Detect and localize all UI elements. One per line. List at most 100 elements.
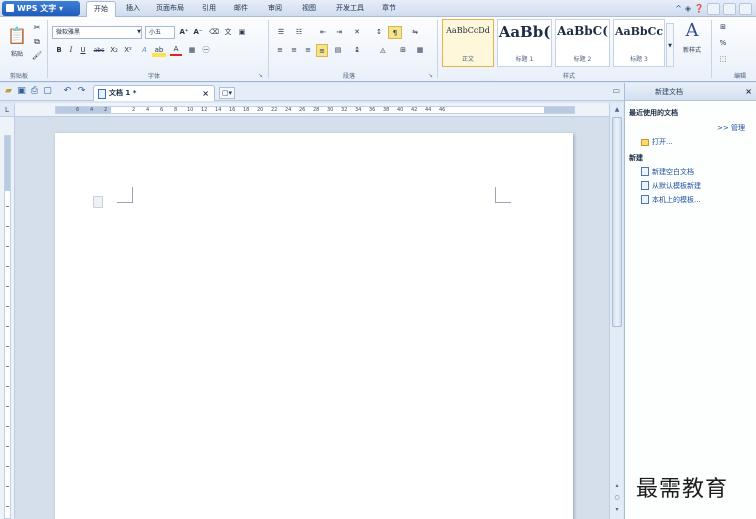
ruler-tick <box>6 466 9 467</box>
grow-font-button[interactable]: A⁺ <box>178 26 190 39</box>
clear-format-icon[interactable]: ⌫ <box>208 26 220 39</box>
line-spacing-icon[interactable]: ↨ <box>350 44 364 57</box>
numbering-icon[interactable]: ☷ <box>292 26 306 39</box>
style-heading-1[interactable]: AaBb( 标题 1 <box>497 19 552 67</box>
find-icon[interactable]: ⊞ <box>716 21 730 34</box>
select-browse-object-icon[interactable]: ○ <box>612 493 622 503</box>
style-heading-3[interactable]: AaBbCc 标题 3 <box>613 19 665 67</box>
redo-icon[interactable]: ↷ <box>76 86 87 97</box>
undo-icon[interactable]: ↶ <box>62 86 73 97</box>
font-dialog-launcher[interactable]: ↘ <box>258 72 263 79</box>
open-folder-icon[interactable]: ▰ <box>3 86 14 97</box>
new-style-button[interactable]: 新样式 <box>676 44 708 57</box>
tab-view[interactable]: 视图 <box>296 1 322 17</box>
task-pane-title[interactable]: 新建文档 <box>655 83 683 101</box>
close-tab-button[interactable]: × <box>202 86 209 101</box>
new-from-default-template-link[interactable]: 从默认模板新建 <box>641 181 701 191</box>
paragraph-extra-icon[interactable]: ⇋ <box>408 26 422 39</box>
font-size-select[interactable]: 小五 <box>145 26 175 39</box>
sort-icon[interactable]: ↕ <box>374 26 384 39</box>
align-left-icon[interactable]: ≡ <box>274 44 286 57</box>
format-painter-icon[interactable]: 🖌 <box>31 49 43 62</box>
cut-icon[interactable]: ✂ <box>31 21 43 34</box>
indent-decrease-icon[interactable]: ⇤ <box>316 26 330 39</box>
app-menu-button[interactable]: WPS 文字 ▾ <box>2 1 80 16</box>
paste-button[interactable]: 粘贴 <box>6 48 28 61</box>
tab-mailings[interactable]: 邮件 <box>228 1 254 17</box>
paragraph-dialog-launcher[interactable]: ↘ <box>428 72 433 79</box>
manage-link[interactable]: >> 管理 <box>717 123 745 133</box>
text-effect-icon[interactable]: 𝐴 <box>138 44 150 57</box>
minimize-button[interactable] <box>707 2 720 15</box>
scroll-thumb[interactable] <box>612 117 622 327</box>
document-tab[interactable]: 文档 1 * × <box>93 85 215 101</box>
save-icon[interactable]: ▣ <box>16 86 27 97</box>
select-icon[interactable]: ⬚ <box>716 53 730 66</box>
char-border-icon[interactable]: ▣ <box>236 26 248 39</box>
help-icon[interactable]: ❓ <box>694 3 704 15</box>
prev-page-icon[interactable]: ▴ <box>612 481 622 491</box>
shading-icon[interactable]: ◬ <box>376 44 390 57</box>
next-page-icon[interactable]: ▾ <box>612 505 622 515</box>
pane-toggle-icon[interactable]: ▭ <box>612 86 620 95</box>
scroll-up-icon[interactable]: ▲ <box>612 105 622 115</box>
bold-button[interactable]: B <box>54 44 64 57</box>
tab-review[interactable]: 审阅 <box>262 1 288 17</box>
tab-developer[interactable]: 开发工具 <box>330 1 370 17</box>
underline-button[interactable]: U <box>78 44 88 57</box>
enclose-char-icon[interactable]: ㊀ <box>200 44 212 57</box>
horizontal-ruler[interactable]: 6 4 2 2 4 6 8 10 12 14 16 18 20 22 24 26… <box>15 103 609 117</box>
tab-home[interactable]: 开始 <box>86 1 116 17</box>
restore-button[interactable] <box>723 2 736 15</box>
replace-icon[interactable]: % <box>716 37 730 50</box>
indent-increase-icon[interactable]: ⇥ <box>332 26 346 39</box>
local-templates-link[interactable]: 本机上的模板... <box>641 195 701 205</box>
print-preview-icon[interactable]: ▢ <box>42 86 53 97</box>
new-style-icon[interactable]: A <box>678 20 706 42</box>
bullets-icon[interactable]: ☰ <box>274 26 288 39</box>
table-grid-icon[interactable]: ▦ <box>414 44 426 57</box>
align-right-icon[interactable]: ≡ <box>302 44 314 57</box>
superscript-button[interactable]: X² <box>122 44 134 57</box>
shrink-font-button[interactable]: A⁻ <box>192 26 204 39</box>
copy-icon[interactable]: ⧉ <box>31 35 43 48</box>
tab-section[interactable]: 章节 <box>376 1 402 17</box>
styles-more-button[interactable]: ▼ <box>666 23 674 67</box>
style-heading-2[interactable]: AaBbC( 标题 2 <box>555 19 610 67</box>
char-shading-icon[interactable]: ▦ <box>186 44 198 57</box>
close-window-button[interactable] <box>739 2 752 15</box>
align-center-icon[interactable]: ≡ <box>288 44 300 57</box>
tab-page-layout[interactable]: 页面布局 <box>150 1 190 17</box>
task-pane-close-button[interactable]: × <box>745 83 752 101</box>
new-tab-button[interactable]: ▢▾ <box>219 87 235 99</box>
new-blank-document-link[interactable]: 新建空白文档 <box>641 167 694 177</box>
subscript-button[interactable]: X₂ <box>108 44 120 57</box>
font-color-button[interactable]: A <box>170 44 182 56</box>
open-link[interactable]: 打开... <box>641 137 673 147</box>
align-justify-icon[interactable]: ≡ <box>316 44 328 57</box>
style-normal[interactable]: AaBbCcDd 正文 <box>442 19 494 67</box>
paste-icon[interactable]: 📋 <box>6 21 28 51</box>
tab-insert[interactable]: 插入 <box>120 1 146 17</box>
show-marks-icon[interactable]: ¶ <box>388 26 402 39</box>
document-page[interactable] <box>55 133 573 519</box>
print-icon[interactable]: ⎙ <box>29 86 40 97</box>
chevron-down-icon[interactable]: ▼ <box>135 26 143 39</box>
tab-stop-selector[interactable]: L <box>0 103 15 117</box>
italic-button[interactable]: I <box>66 44 76 57</box>
new-from-default-template-label: 从默认模板新建 <box>652 182 701 190</box>
vertical-ruler[interactable] <box>0 117 15 519</box>
tab-references[interactable]: 引用 <box>196 1 222 17</box>
vertical-scrollbar[interactable]: ▲ ▴ ○ ▾ <box>609 103 623 519</box>
chinese-layout-icon[interactable]: ✕ <box>350 26 364 39</box>
skin-icon[interactable]: ◈ <box>685 3 691 15</box>
pinyin-icon[interactable]: 文 <box>222 26 234 39</box>
margin-corner-mark <box>495 187 511 203</box>
collapse-ribbon-icon[interactable]: ^ <box>675 3 682 15</box>
distribute-icon[interactable]: ▤ <box>332 44 344 57</box>
strikethrough-button[interactable]: abc <box>92 44 106 57</box>
highlight-icon[interactable]: ab <box>152 44 166 57</box>
font-name-select[interactable]: 微软雅黑 <box>52 26 142 39</box>
folder-icon <box>641 139 649 146</box>
borders-icon[interactable]: ⊞ <box>396 44 410 57</box>
